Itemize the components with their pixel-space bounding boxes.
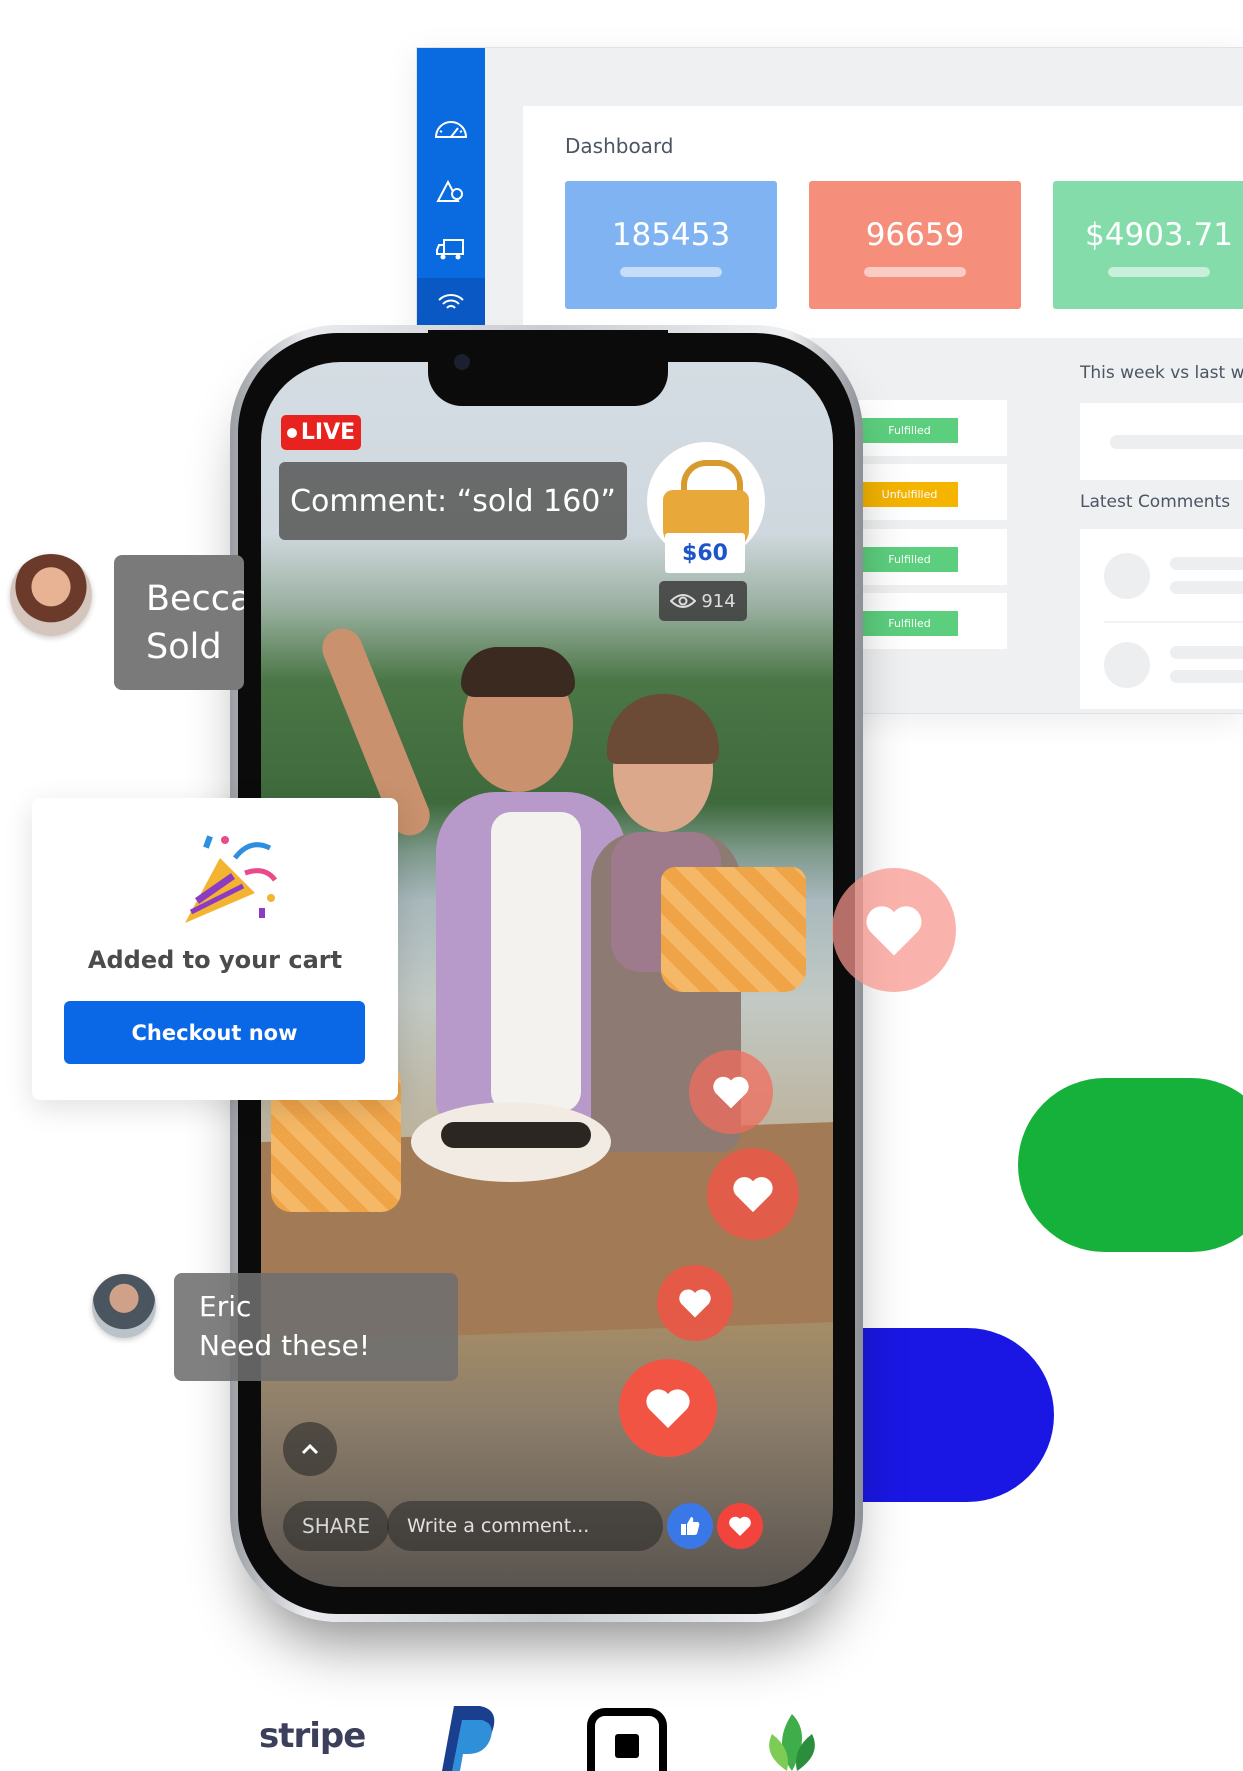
love-button[interactable] [717, 1503, 763, 1549]
floating-heart [619, 1359, 717, 1457]
avatar [92, 1274, 156, 1338]
sidebar-item-live[interactable] [417, 278, 485, 328]
stat-label-placeholder [620, 267, 722, 277]
chat-bubble-becca: Becca Sold [114, 555, 244, 690]
avatar [10, 554, 92, 636]
thumbs-up-icon [681, 1517, 700, 1535]
scene-woman-hair [607, 694, 719, 764]
floating-heart [707, 1148, 799, 1240]
scene-sunglasses [441, 1122, 591, 1148]
sidebar-item-dashboard[interactable] [417, 104, 485, 154]
comment-prompt: Comment: “sold 160” [279, 462, 627, 540]
floating-heart [689, 1050, 773, 1134]
stat-card-orders[interactable]: 185453 [565, 181, 777, 309]
chat-message: Sold [146, 627, 222, 667]
scene-man-hair [461, 647, 575, 697]
checkout-button[interactable]: Checkout now [64, 1001, 365, 1064]
cart-message: Added to your cart [87, 946, 343, 974]
scene-shirt [491, 812, 581, 1112]
avatar-placeholder [1104, 553, 1150, 599]
chat-message: Need these! [199, 1329, 371, 1362]
dashboard-stats-panel: Dashboard 185453 96659 $4903.71 [523, 106, 1243, 338]
heart-icon [679, 1289, 711, 1318]
stat-value: 96659 [865, 217, 965, 253]
expand-comments-button[interactable] [283, 1422, 337, 1476]
viewer-count: 914 [659, 581, 747, 621]
share-button[interactable]: SHARE [283, 1501, 389, 1551]
live-label: LIVE [300, 420, 356, 445]
phone-notch [428, 330, 668, 406]
green-leaf-logo [769, 1714, 815, 1771]
floating-heart [832, 868, 956, 992]
floating-heart [657, 1265, 733, 1341]
status-badge: Unfulfilled [861, 482, 958, 507]
paypal-logo [442, 1706, 495, 1771]
party-popper-icon [185, 835, 278, 923]
payment-logos: stripe [0, 1700, 1243, 1771]
added-to-cart-card: Added to your cart Checkout now [32, 798, 398, 1100]
placeholder-bar [1110, 435, 1243, 449]
status-badge: Fulfilled [861, 611, 958, 636]
text-placeholder [1170, 670, 1243, 683]
latest-comments-card [1080, 529, 1243, 709]
chevron-up-icon [301, 1443, 319, 1455]
mountain-icon [436, 179, 463, 202]
heart-icon [646, 1389, 690, 1428]
status-badge: Fulfilled [861, 418, 958, 443]
stat-card-revenue[interactable]: $4903.71 [1053, 181, 1243, 309]
comment-input[interactable]: Write a comment... [387, 1501, 663, 1551]
status-badge: Fulfilled [861, 547, 958, 572]
scene-handbag [661, 867, 806, 992]
stat-value: 185453 [611, 217, 731, 253]
latest-comments-label: Latest Comments [1080, 492, 1231, 512]
week-comparison-label: This week vs last we [1080, 363, 1243, 383]
stat-label-placeholder [864, 267, 966, 277]
text-placeholder [1170, 581, 1243, 594]
chat-name: Eric [199, 1290, 252, 1323]
text-placeholder [1170, 557, 1243, 570]
heart-icon [733, 1177, 773, 1213]
stat-value: $4903.71 [1085, 217, 1233, 253]
text-placeholder [1170, 646, 1243, 659]
dashboard-title: Dashboard [565, 134, 674, 158]
sidebar-item-shipping[interactable] [417, 224, 485, 274]
eye-icon [670, 594, 697, 608]
heart-icon [729, 1516, 751, 1536]
avatar-placeholder [1104, 642, 1150, 688]
live-dot-icon [286, 427, 297, 438]
sidebar-item-products[interactable] [417, 166, 485, 216]
live-badge: LIVE [281, 415, 361, 450]
product-price[interactable]: $60 [665, 533, 745, 573]
stat-card-views[interactable]: 96659 [809, 181, 1021, 309]
like-button[interactable] [667, 1503, 713, 1549]
camera-icon [454, 354, 470, 370]
heart-icon [866, 906, 922, 956]
week-comparison-card [1080, 403, 1243, 480]
chat-bubble-eric: Eric Need these! [174, 1273, 458, 1381]
stripe-logo: stripe [259, 1716, 366, 1756]
square-logo [587, 1708, 667, 1771]
heart-icon [713, 1076, 749, 1109]
wifi-icon [438, 294, 464, 309]
decorative-green-shape [1018, 1078, 1243, 1252]
stat-label-placeholder [1108, 267, 1210, 277]
divider [1104, 621, 1243, 623]
viewer-count-value: 914 [701, 590, 736, 612]
speedometer-icon [434, 121, 468, 138]
chat-name: Becca [146, 579, 244, 619]
truck-icon [436, 239, 464, 260]
